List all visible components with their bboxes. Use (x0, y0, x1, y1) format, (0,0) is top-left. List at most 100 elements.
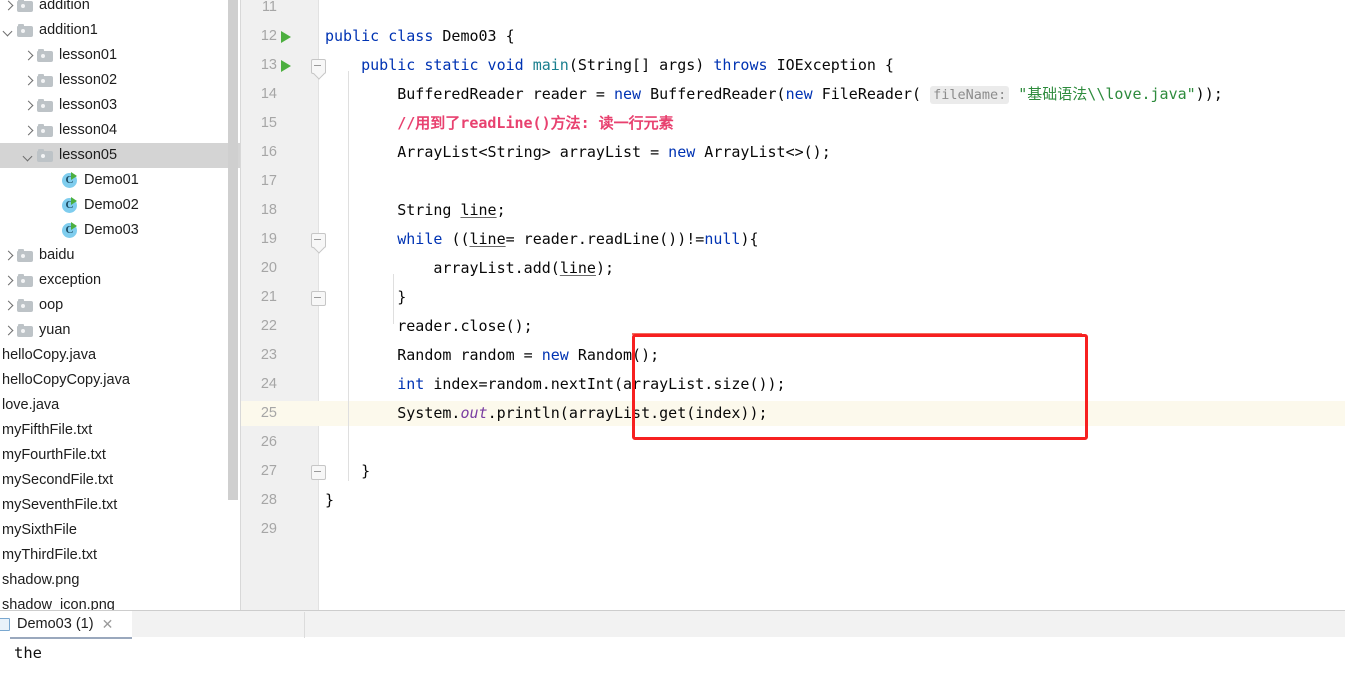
tree-item-demo03[interactable]: C Demo03 (0, 218, 241, 243)
code-text: public class Demo03 { (325, 24, 515, 49)
console-output-area[interactable]: the (0, 639, 1345, 675)
tree-item-mysecondfile-txt[interactable]: mySecondFile.txt (0, 468, 241, 493)
token-plain: .println(arrayList.get(index)); (487, 404, 768, 422)
line-number: 29 (260, 521, 277, 537)
tree-item-label: addition1 (39, 22, 98, 38)
chevron-right-icon[interactable] (2, 274, 15, 287)
code-line-29[interactable]: 29 (241, 517, 1345, 542)
folder-icon (17, 249, 33, 262)
token-plain: ArrayList<>(); (704, 143, 831, 161)
code-line-14[interactable]: 14 BufferedReader reader = new BufferedR… (241, 82, 1345, 107)
tree-item-demo01[interactable]: C Demo01 (0, 168, 241, 193)
token-lvar: line (469, 230, 506, 248)
tree-item-lesson04[interactable]: lesson04 (0, 118, 241, 143)
tree-item-love-java[interactable]: love.java (0, 393, 241, 418)
token-plain: IOException { (776, 56, 894, 74)
chevron-right-icon[interactable] (2, 249, 15, 262)
console-output-text: the (14, 644, 42, 662)
tree-item-hellocopycopy-java[interactable]: helloCopyCopy.java (0, 368, 241, 393)
line-number: 12 (260, 28, 277, 44)
tree-item-shadow-png[interactable]: shadow.png (0, 568, 241, 593)
tree-item-label: baidu (39, 247, 75, 263)
code-line-13[interactable]: 13 public static void main(String[] args… (241, 53, 1345, 78)
tree-item-yuan[interactable]: yuan (0, 318, 241, 343)
code-line-18[interactable]: 18 String line; (241, 198, 1345, 223)
code-line-26[interactable]: 26 (241, 430, 1345, 455)
line-number: 13 (260, 57, 277, 73)
chevron-right-icon[interactable] (2, 324, 15, 337)
chevron-down-icon[interactable] (22, 149, 35, 162)
chevron-right-icon[interactable] (22, 74, 35, 87)
tree-item-label: addition (39, 0, 90, 13)
chevron-right-icon[interactable] (22, 49, 35, 62)
chevron-down-icon[interactable] (2, 24, 15, 37)
code-line-16[interactable]: 16 ArrayList<String> arrayList = new Arr… (241, 140, 1345, 165)
token-stat: out (460, 404, 488, 422)
close-icon[interactable]: ✕ (102, 617, 114, 631)
line-number: 27 (260, 463, 277, 479)
folder-icon-dot (41, 79, 45, 83)
chevron-right-icon[interactable] (22, 99, 35, 112)
tree-item-label: lesson04 (59, 122, 118, 138)
tree-item-lesson01[interactable]: lesson01 (0, 43, 241, 68)
code-editor[interactable]: 11 12 public class Demo03 { 13 public stati… (241, 0, 1345, 610)
code-line-25[interactable]: 25 System.out.println(arrayList.get(inde… (241, 401, 1345, 426)
tree-item-hellocopy-java[interactable]: helloCopy.java (0, 343, 241, 368)
code-line-21[interactable]: 21 } (241, 285, 1345, 310)
java-class-icon: C (62, 197, 79, 214)
token-kw: null (704, 230, 741, 248)
tree-item-myfourthfile-txt[interactable]: myFourthFile.txt (0, 443, 241, 468)
tree-item-shadow-icon-png[interactable]: shadow_icon.png (0, 593, 241, 610)
code-line-19[interactable]: 19 while ((line= reader.readLine())!=nul… (241, 227, 1345, 252)
line-number: 11 (261, 0, 277, 15)
code-line-17[interactable]: 17 (241, 169, 1345, 194)
folder-icon (17, 324, 33, 337)
code-line-20[interactable]: 20 arrayList.add(line); (241, 256, 1345, 281)
folder-icon (17, 0, 33, 12)
code-line-11[interactable]: 11 (241, 0, 1345, 20)
chevron-right-icon[interactable] (22, 124, 35, 137)
code-fold-toggle[interactable] (311, 291, 326, 306)
token-plain: = reader.readLine())!= (505, 230, 705, 248)
tree-item-myfifthfile-txt[interactable]: myFifthFile.txt (0, 418, 241, 443)
tree-item-lesson02[interactable]: lesson02 (0, 68, 241, 93)
run-gutter-icon[interactable] (281, 60, 291, 72)
code-fold-toggle[interactable] (311, 233, 326, 248)
code-fold-toggle[interactable] (311, 465, 326, 480)
tree-item-label: helloCopyCopy.java (2, 372, 130, 388)
tree-item-exception[interactable]: exception (0, 268, 241, 293)
code-line-22[interactable]: 22 reader.close(); (241, 314, 1345, 339)
token-kw: int (397, 375, 434, 393)
tree-item-lesson05[interactable]: lesson05 (0, 143, 241, 168)
run-gutter-icon[interactable] (281, 31, 291, 43)
code-line-15[interactable]: 15 //用到了readLine()方法: 读一行元素 (241, 111, 1345, 136)
token-plain: ); (595, 259, 614, 277)
tree-item-addition[interactable]: addition (0, 0, 241, 18)
code-line-24[interactable]: 24 int index=random.nextInt(arrayList.si… (241, 372, 1345, 397)
tree-item-myseventhfile-txt[interactable]: mySeventhFile.txt (0, 493, 241, 518)
tree-item-lesson03[interactable]: lesson03 (0, 93, 241, 118)
token-cmt: //用到了readLine()方法: 读一行元素 (397, 114, 674, 132)
chevron-right-icon[interactable] (2, 0, 15, 12)
run-tab-demo03[interactable]: Demo03 (1) ✕ (0, 611, 132, 637)
code-line-23[interactable]: 23 Random random = new Random(); (241, 343, 1345, 368)
token-kw: public static void (361, 56, 533, 74)
line-number: 15 (260, 115, 277, 131)
code-line-12[interactable]: 12 public class Demo03 { (241, 24, 1345, 49)
tree-item-oop[interactable]: oop (0, 293, 241, 318)
tree-item-mysixthfile[interactable]: mySixthFile (0, 518, 241, 543)
chevron-right-icon[interactable] (2, 299, 15, 312)
run-tab-bar[interactable]: Demo03 (1) ✕ (0, 611, 1345, 640)
tree-item-baidu[interactable]: baidu (0, 243, 241, 268)
sidebar-vertical-scrollbar[interactable] (228, 0, 238, 500)
project-tree-panel[interactable]: addition addition1 lesson01 lesson02 lesson0… (0, 0, 241, 610)
tree-item-mythirdfile-txt[interactable]: myThirdFile.txt (0, 543, 241, 568)
code-fold-toggle[interactable] (311, 59, 326, 74)
code-line-28[interactable]: 28} (241, 488, 1345, 513)
tree-item-addition1[interactable]: addition1 (0, 18, 241, 43)
ide-window: addition addition1 lesson01 lesson02 lesson0… (0, 0, 1345, 675)
folder-icon (17, 274, 33, 287)
tree-item-demo02[interactable]: C Demo02 (0, 193, 241, 218)
code-line-27[interactable]: 27 } (241, 459, 1345, 484)
